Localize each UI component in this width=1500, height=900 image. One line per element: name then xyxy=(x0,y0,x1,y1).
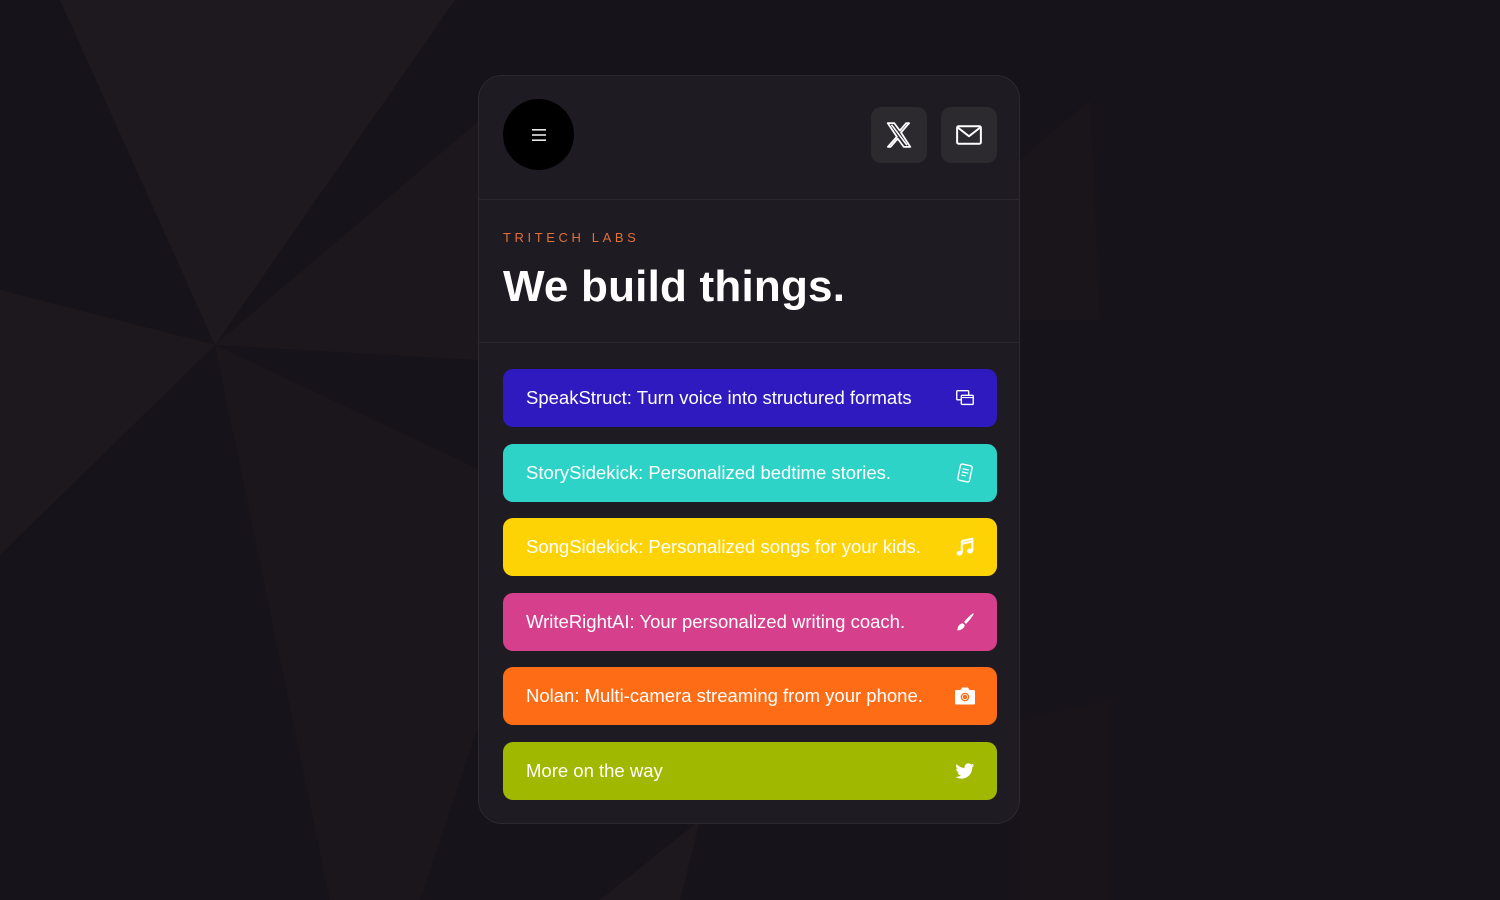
music-note-icon xyxy=(953,535,977,559)
product-item-speakstruct[interactable]: SpeakStruct: Turn voice into structured … xyxy=(503,369,997,427)
product-item-writerightai[interactable]: WriteRightAI: Your personalized writing … xyxy=(503,592,997,651)
x-twitter-button[interactable] xyxy=(871,107,927,163)
x-logo-icon xyxy=(886,122,912,148)
product-list: SpeakStruct: Turn voice into structured … xyxy=(503,369,997,817)
product-label: SpeakStruct: Turn voice into structured … xyxy=(526,387,912,408)
camera-icon xyxy=(953,684,977,708)
product-label: More on the way xyxy=(526,759,663,781)
company-name: TRITECH LABS xyxy=(503,230,640,245)
product-label: StorySidekick: Personalized bedtime stor… xyxy=(526,461,892,483)
hamburger-menu-icon xyxy=(531,128,546,141)
main-card: TRITECH LABS We build things. SpeakStruc… xyxy=(478,75,1020,824)
windows-stack-icon xyxy=(953,386,977,410)
page-title: We build things. xyxy=(503,262,846,311)
product-item-nolan[interactable]: Nolan: Multi-camera streaming from your … xyxy=(503,667,997,726)
product-label: Nolan: Multi-camera streaming from your … xyxy=(526,685,923,707)
menu-button[interactable] xyxy=(503,99,574,170)
product-label: SongSidekick: Personalized songs for you… xyxy=(526,536,921,558)
product-label: WriteRightAI: Your personalized writing … xyxy=(526,610,906,632)
product-item-storysidekick[interactable]: StorySidekick: Personalized bedtime stor… xyxy=(503,443,997,502)
mail-icon xyxy=(956,125,982,145)
paintbrush-icon xyxy=(953,610,977,634)
document-icon xyxy=(953,461,977,485)
product-item-more[interactable]: More on the way xyxy=(503,741,997,800)
email-button[interactable] xyxy=(941,107,997,163)
card-header xyxy=(479,76,1019,200)
product-item-songsidekick[interactable]: SongSidekick: Personalized songs for you… xyxy=(503,518,997,577)
twitter-bird-icon xyxy=(953,759,977,783)
hero-section: TRITECH LABS We build things. xyxy=(479,200,1019,343)
